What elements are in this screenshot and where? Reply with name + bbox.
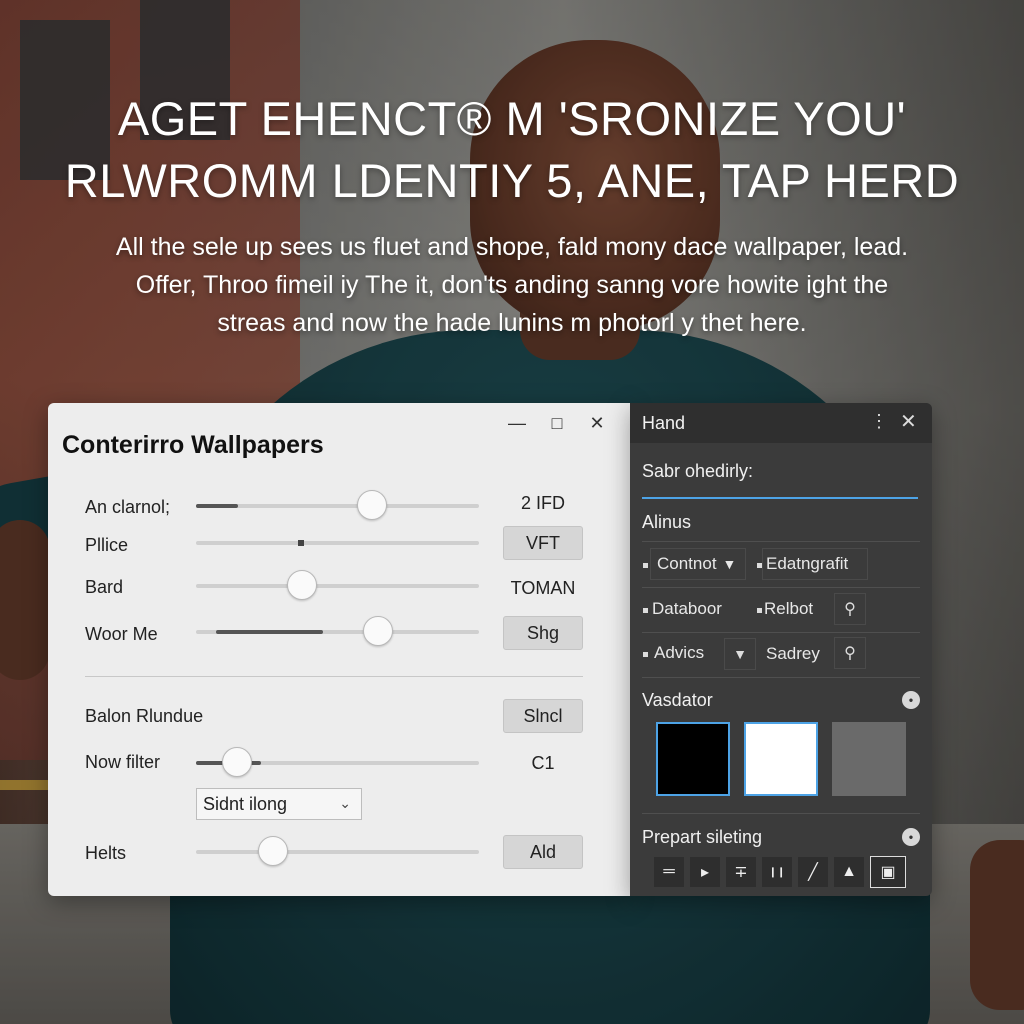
field-label: Edatngrafit — [766, 554, 849, 573]
row-value: TOMAN — [510, 578, 576, 598]
slider-thumb[interactable] — [258, 836, 289, 866]
pause-icon[interactable]: ❙❙ — [762, 857, 792, 887]
pen-icon[interactable]: ╱ — [798, 857, 828, 887]
slncl-button[interactable]: Slncl — [503, 699, 583, 733]
subtext-line-3: streas and now the hade lunins m photorl… — [217, 309, 807, 337]
separator — [642, 541, 920, 542]
slider-track — [196, 584, 479, 588]
slider-fill — [196, 504, 239, 508]
row-label: Helts — [85, 843, 127, 863]
separator — [642, 677, 920, 678]
chevron-down-icon: ⌄ — [339, 795, 351, 811]
filter-slider[interactable] — [196, 747, 479, 777]
subtext-line-2: Offer, Throo fimeil iy The it, don'ts an… — [135, 271, 889, 299]
filter-value: C1 — [531, 753, 555, 773]
swatch-black[interactable] — [656, 722, 730, 796]
subtext: All the sele up sees us fluet and shope,… — [60, 228, 964, 342]
slider[interactable] — [196, 540, 479, 546]
close-icon[interactable]: ✕ — [900, 409, 917, 434]
headline-line-1: AGET EHENCT® M 'SRONIZE YOU' — [117, 92, 907, 145]
close-icon[interactable]: ✕ — [586, 413, 608, 434]
headline-line-2: RLWROMM LDENTIY 5, ANE, TAP HERD — [64, 154, 960, 207]
plus-minus-icon[interactable]: ∓ — [726, 857, 756, 887]
more-options-icon[interactable]: ⋮ — [870, 411, 888, 432]
row-label: Woor Me — [85, 624, 158, 644]
play-icon[interactable]: ▸ — [690, 857, 720, 887]
sadrey-item[interactable]: Sadrey — [766, 644, 820, 664]
side-panel: Hand ⋮ ✕ Sabr ohedirly: Alinus Contnot ▼… — [630, 403, 932, 896]
swatch-gray[interactable] — [832, 722, 906, 796]
search-icon[interactable]: ⚲ — [834, 593, 866, 625]
advics-item[interactable]: Advics — [654, 643, 704, 663]
slider[interactable] — [196, 570, 479, 600]
dropdown-arrow-icon: ▼ — [722, 556, 737, 572]
frame-icon[interactable]: ▣ — [870, 856, 906, 888]
shg-button[interactable]: Shg — [503, 616, 583, 650]
window-controls: — □ ✕ — [506, 413, 608, 434]
edatngrafit-field[interactable]: Edatngrafit — [762, 548, 868, 580]
align-icon[interactable]: ═ — [654, 857, 684, 887]
slider-thumb[interactable] — [357, 490, 388, 520]
slider-thumb[interactable] — [363, 616, 394, 646]
wallpapers-window: — □ ✕ Conterirro Wallpapers An clarnol; … — [48, 403, 630, 896]
row-label: Balon Rlundue — [85, 706, 204, 726]
search-icon[interactable]: ⚲ — [834, 637, 866, 669]
slider[interactable] — [196, 490, 479, 520]
side-panel-title: Hand — [642, 413, 686, 433]
swatch-white[interactable] — [744, 722, 818, 796]
headline: AGET EHENCT® M 'SRONIZE YOU' RLWROMM LDE… — [0, 88, 1024, 212]
row-label: An clarnol; — [85, 497, 171, 517]
info-icon[interactable]: • — [902, 691, 920, 709]
slider[interactable] — [196, 836, 479, 866]
search-input-underline — [642, 497, 918, 499]
slider-track — [196, 541, 479, 545]
ald-button[interactable]: Ald — [503, 835, 583, 869]
maximize-icon[interactable]: □ — [546, 413, 568, 434]
contnot-dropdown[interactable]: Contnot ▼ — [650, 548, 746, 580]
dropdown-label: Contnot — [657, 554, 717, 573]
slider-thumb[interactable] — [297, 540, 304, 546]
info-icon[interactable]: • — [902, 828, 920, 846]
section-divider — [85, 676, 583, 677]
slider-fill — [215, 630, 324, 634]
databoor-item[interactable]: Databoor — [652, 599, 722, 619]
vft-button[interactable]: VFT — [503, 526, 583, 560]
vasdator-label: Vasdator — [642, 690, 713, 710]
slider-track — [196, 504, 479, 508]
slider[interactable] — [196, 616, 479, 646]
separator — [642, 587, 920, 588]
filter-select[interactable]: Sidnt ilong ⌄ — [196, 788, 362, 820]
marker-icon[interactable]: ▲ — [834, 857, 864, 887]
preset-label: Prepart sileting — [642, 827, 763, 847]
slider-thumb[interactable] — [221, 747, 252, 777]
row-label: Pllice — [85, 535, 129, 555]
bullet-icon — [757, 608, 762, 613]
filter-label: Now filter — [85, 752, 161, 772]
bullet-icon — [643, 563, 648, 568]
window-title: Conterirro Wallpapers — [62, 431, 324, 459]
separator — [642, 813, 920, 814]
relbot-item[interactable]: Relbot — [764, 599, 813, 619]
minimize-icon[interactable]: — — [506, 413, 528, 434]
search-field-label[interactable]: Sabr ohedirly: — [642, 461, 753, 482]
select-value: Sidnt ilong — [203, 793, 288, 814]
section-label: Alinus — [642, 512, 692, 532]
slider-track — [196, 850, 479, 854]
dropdown-arrow-icon[interactable]: ▼ — [724, 638, 756, 670]
row-value: 2 IFD — [520, 493, 565, 513]
row-label: Bard — [85, 577, 124, 597]
subtext-line-1: All the sele up sees us fluet and shope,… — [115, 233, 909, 261]
slider-thumb[interactable] — [286, 570, 317, 600]
separator — [642, 632, 920, 633]
bullet-icon — [643, 608, 648, 613]
bullet-icon — [643, 652, 648, 657]
